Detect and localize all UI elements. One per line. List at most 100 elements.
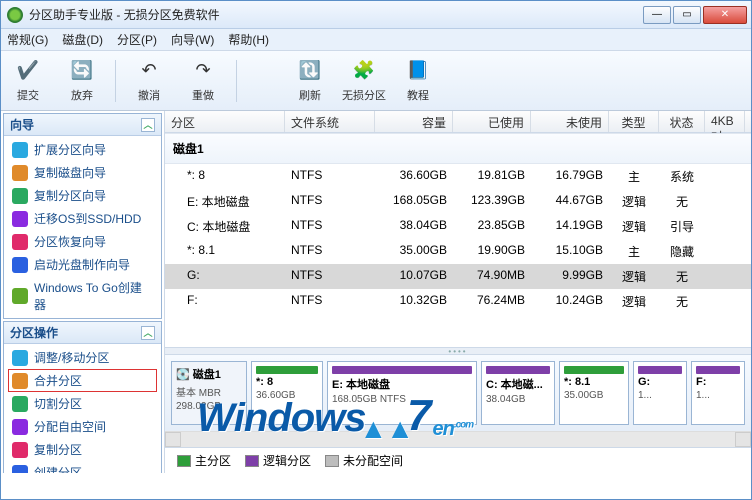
col-type[interactable]: 类型 [609,111,659,132]
col-used[interactable]: 已使用 [453,111,531,132]
partition-row[interactable]: E: 本地磁盘NTFS168.05GB123.39GB44.67GB逻辑无 [165,189,751,214]
sidebar-item[interactable]: 创建分区 [4,461,161,473]
sidebar-item-label: 复制磁盘向导 [34,164,106,181]
item-icon [12,373,28,389]
undo-icon: ↶ [137,59,161,83]
sidebar-item-label: 调整/移动分区 [34,349,109,366]
lossless-button[interactable]: 🧩无损分区 [337,54,391,108]
menu-general[interactable]: 常规(G) [7,31,48,48]
undo-button[interactable]: ↶撤消 [122,54,176,108]
check-icon: ✔️ [16,59,40,83]
sidebar-item[interactable]: 扩展分区向导 [4,138,161,161]
item-icon [12,234,28,250]
item-icon [12,396,28,412]
menu-wizard[interactable]: 向导(W) [171,31,214,48]
redo-button[interactable]: ↷重做 [176,54,230,108]
sidebar-item-label: 复制分区 [34,441,82,458]
col-capacity[interactable]: 容量 [375,111,453,132]
disk-row[interactable]: 磁盘1 [165,133,751,164]
menu-partition[interactable]: 分区(P) [117,31,157,48]
sidebar-item[interactable]: 分区恢复向导 [4,230,161,253]
partition-block[interactable]: E: 本地磁盘168.05GB NTFS [327,361,477,425]
wizard-panel-header[interactable]: 向导 ︿ [4,114,161,136]
title-bar: 分区助手专业版 - 无损分区免费软件 — ▭ ✕ [1,1,751,29]
grid-body[interactable]: 磁盘1*: 8NTFS36.60GB19.81GB16.79GB主系统E: 本地… [165,133,751,347]
col-filesystem[interactable]: 文件系统 [285,111,375,132]
sidebar-item[interactable]: 复制分区向导 [4,184,161,207]
menu-help[interactable]: 帮助(H) [228,31,269,48]
sidebar-item-label: 复制分区向导 [34,187,106,204]
menu-disk[interactable]: 磁盘(D) [62,31,103,48]
app-icon [7,7,23,23]
legend: 主分区 逻辑分区 未分配空间 [165,447,751,473]
partition-icon: 🧩 [352,59,376,83]
grid-header: 分区 文件系统 容量 已使用 未使用 类型 状态 4KB对 [165,111,751,133]
col-4k[interactable]: 4KB对 [705,111,745,132]
sidebar-item[interactable]: 合并分区 [8,369,157,392]
sidebar-item[interactable]: 复制分区 [4,438,161,461]
toolbar: ✔️提交 🔄放弃 ↶撤消 ↷重做 🔃刷新 🧩无损分区 📘教程 [1,51,751,111]
sidebar-item[interactable]: 分配自由空间 [4,415,161,438]
sidebar: 向导 ︿ 扩展分区向导复制磁盘向导复制分区向导迁移OS到SSD/HDD 分区恢复向… [1,111,165,473]
item-icon [12,350,28,366]
partition-block[interactable]: *: 836.60GB [251,361,323,425]
maximize-button[interactable]: ▭ [673,6,701,24]
disk-map: 💽 磁盘1基本 MBR298.09GB*: 836.60GBE: 本地磁盘168… [165,355,751,431]
partition-ops-header[interactable]: 分区操作 ︿ [4,322,161,344]
sidebar-item-label: 分区恢复向导 [34,233,106,250]
disk-summary-block[interactable]: 💽 磁盘1基本 MBR298.09GB [171,361,247,425]
sidebar-item[interactable]: 启动光盘制作向导 [4,253,161,276]
partition-row[interactable]: C: 本地磁盘NTFS38.04GB23.85GB14.19GB逻辑引导 [165,214,751,239]
partition-row[interactable]: G:NTFS10.07GB74.90MB9.99GB逻辑无 [165,264,751,289]
item-icon [12,419,28,435]
horizontal-scrollbar[interactable] [165,431,751,447]
item-icon [12,211,28,227]
tutorial-button[interactable]: 📘教程 [391,54,445,108]
book-icon: 📘 [406,59,430,83]
partition-block[interactable]: C: 本地磁...38.04GB [481,361,555,425]
commit-button[interactable]: ✔️提交 [1,54,55,108]
sidebar-item-label: 分配自由空间 [34,418,106,435]
item-icon [12,465,28,474]
sidebar-item[interactable]: 切割分区 [4,392,161,415]
item-icon [12,142,28,158]
redo-icon: ↷ [191,59,215,83]
item-icon [12,288,28,304]
minimize-button[interactable]: — [643,6,671,24]
sidebar-item[interactable]: Windows To Go创建器 [4,276,161,316]
sidebar-item[interactable]: 迁移OS到SSD/HDD [4,207,161,230]
sidebar-item[interactable]: 调整/移动分区 [4,346,161,369]
content-area: 分区 文件系统 容量 已使用 未使用 类型 状态 4KB对 磁盘1*: 8NTF… [165,111,751,473]
sidebar-item-label: 启动光盘制作向导 [34,256,130,273]
item-icon [12,165,28,181]
splitter[interactable]: •••• [165,347,751,355]
col-status[interactable]: 状态 [659,111,705,132]
close-button[interactable]: ✕ [703,6,747,24]
sidebar-item[interactable]: 复制磁盘向导 [4,161,161,184]
partition-block[interactable]: G:1... [633,361,687,425]
partition-row[interactable]: *: 8NTFS36.60GB19.81GB16.79GB主系统 [165,164,751,189]
window-title: 分区助手专业版 - 无损分区免费软件 [29,6,643,23]
sidebar-item-label: 创建分区 [34,464,82,473]
sidebar-item-label: 切割分区 [34,395,82,412]
refresh-button[interactable]: 🔃刷新 [283,54,337,108]
partition-row[interactable]: F:NTFS10.32GB76.24MB10.24GB逻辑无 [165,289,751,314]
sidebar-item-label: 迁移OS到SSD/HDD [34,210,141,227]
item-icon [12,257,28,273]
logical-swatch [245,455,259,467]
item-icon [12,442,28,458]
discard-button[interactable]: 🔄放弃 [55,54,109,108]
partition-row[interactable]: *: 8.1NTFS35.00GB19.90GB15.10GB主隐藏 [165,239,751,264]
sidebar-item-label: Windows To Go创建器 [34,279,153,313]
col-partition[interactable]: 分区 [165,111,285,132]
partition-block[interactable]: F:1... [691,361,745,425]
discard-icon: 🔄 [70,59,94,83]
primary-swatch [177,455,191,467]
sidebar-item-label: 合并分区 [34,372,82,389]
sidebar-item-label: 扩展分区向导 [34,141,106,158]
chevron-up-icon[interactable]: ︿ [141,326,155,340]
unalloc-swatch [325,455,339,467]
col-free[interactable]: 未使用 [531,111,609,132]
chevron-up-icon[interactable]: ︿ [141,118,155,132]
partition-block[interactable]: *: 8.135.00GB [559,361,629,425]
